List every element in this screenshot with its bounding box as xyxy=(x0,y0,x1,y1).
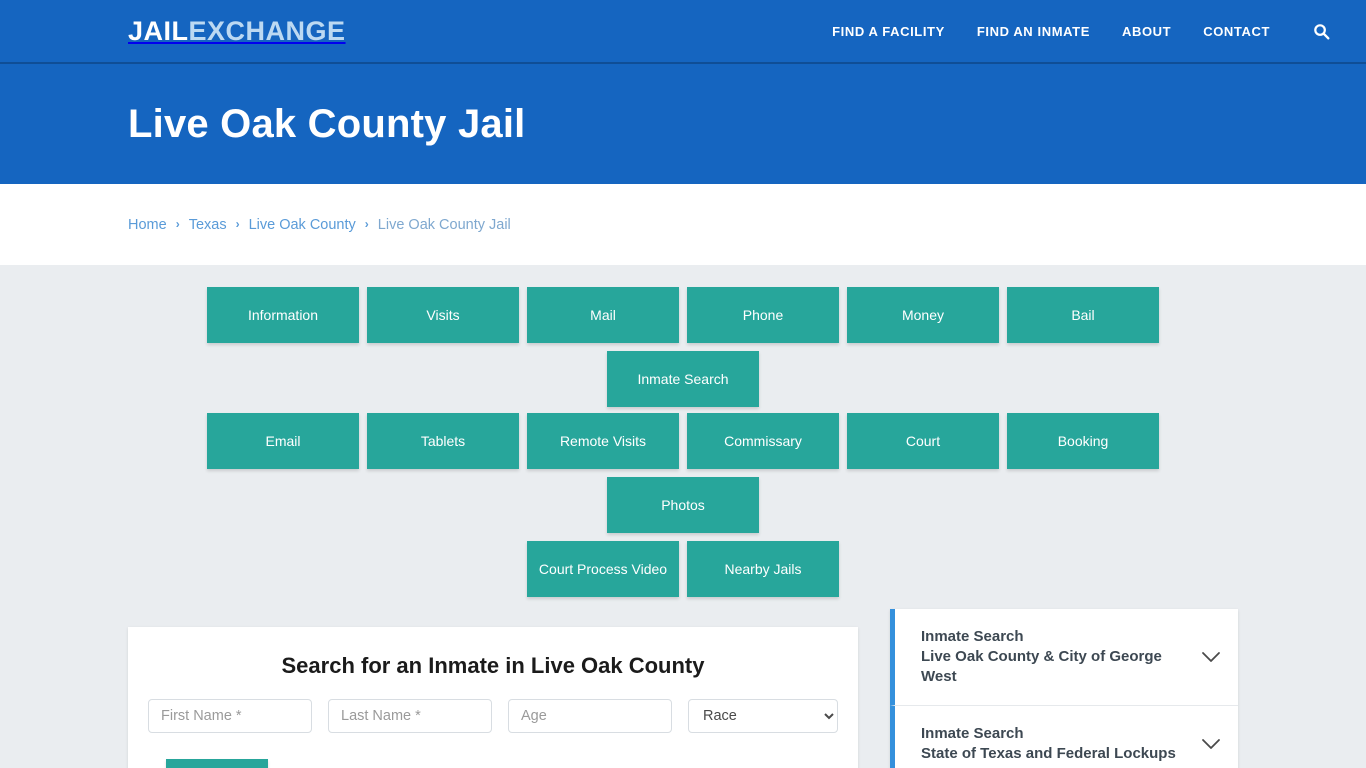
section-button-remote-visits[interactable]: Remote Visits xyxy=(527,413,679,469)
sidebar-column: Inmate Search Live Oak County & City of … xyxy=(890,609,1238,768)
age-input[interactable] xyxy=(508,699,672,733)
page-title-band: Live Oak County Jail xyxy=(0,64,1366,184)
breadcrumb-strip: Home › Texas › Live Oak County › Live Oa… xyxy=(0,184,1366,265)
breadcrumb-item-texas[interactable]: Texas xyxy=(189,217,227,233)
facility-section-buttons-row-2: Email Tablets Remote Visits Commissary C… xyxy=(128,413,1238,533)
section-button-phone[interactable]: Phone xyxy=(687,287,839,343)
sidebar-item-subtitle: State of Texas and Federal Lockups xyxy=(921,744,1176,762)
section-button-visits[interactable]: Visits xyxy=(367,287,519,343)
page-title: Live Oak County Jail xyxy=(128,102,526,146)
section-button-tablets[interactable]: Tablets xyxy=(367,413,519,469)
sidebar-accordion: Inmate Search Live Oak County & City of … xyxy=(890,609,1238,768)
section-button-inmate-search[interactable]: Inmate Search xyxy=(607,351,759,407)
body-columns: Search for an Inmate in Live Oak County … xyxy=(128,609,1238,768)
section-button-booking[interactable]: Booking xyxy=(1007,413,1159,469)
breadcrumb-item-live-oak-county[interactable]: Live Oak County xyxy=(249,217,356,233)
section-button-bail[interactable]: Bail xyxy=(1007,287,1159,343)
sidebar-item-text: Inmate Search Live Oak County & City of … xyxy=(921,627,1190,687)
section-button-nearby-jails[interactable]: Nearby Jails xyxy=(687,541,839,597)
race-select[interactable]: Race xyxy=(688,699,838,733)
site-logo[interactable]: JAILEXCHANGE xyxy=(128,15,346,46)
sidebar-item-title: Inmate Search xyxy=(921,628,1024,645)
facility-section-buttons-row-3: Court Process Video Nearby Jails xyxy=(128,541,1238,597)
breadcrumb: Home › Texas › Live Oak County › Live Oa… xyxy=(128,217,511,233)
inmate-search-card: Search for an Inmate in Live Oak County … xyxy=(128,627,858,768)
main-content: Information Visits Mail Phone Money Bail… xyxy=(0,265,1366,768)
sidebar-item-title: Inmate Search xyxy=(921,724,1024,742)
nav-item-find-an-inmate[interactable]: FIND AN INMATE xyxy=(977,24,1090,39)
top-navbar: JAILEXCHANGE FIND A FACILITY FIND AN INM… xyxy=(0,0,1366,64)
chevron-right-icon: › xyxy=(175,216,180,231)
sidebar-item-subtitle: Live Oak County & City of George West xyxy=(921,647,1162,685)
section-button-commissary[interactable]: Commissary xyxy=(687,413,839,469)
inmate-search-fields: Race xyxy=(148,699,838,733)
logo-text-primary: JAIL xyxy=(128,15,189,46)
breadcrumb-item-current: Live Oak County Jail xyxy=(377,216,511,233)
chevron-right-icon: › xyxy=(364,216,369,231)
section-button-money[interactable]: Money xyxy=(847,287,999,343)
chevron-down-icon[interactable] xyxy=(1200,738,1222,750)
section-button-court-process-video[interactable]: Court Process Video xyxy=(527,541,679,597)
primary-nav: FIND A FACILITY FIND AN INMATE ABOUT CON… xyxy=(832,20,1342,42)
chevron-right-icon: › xyxy=(235,216,240,231)
nav-item-find-a-facility[interactable]: FIND A FACILITY xyxy=(832,24,945,39)
last-name-input[interactable] xyxy=(328,699,492,733)
section-button-court[interactable]: Court xyxy=(847,413,999,469)
breadcrumb-item-home[interactable]: Home xyxy=(128,217,167,233)
search-button[interactable]: SEARCH xyxy=(166,759,268,768)
search-icon[interactable] xyxy=(1310,20,1332,42)
chevron-down-icon[interactable] xyxy=(1200,651,1222,663)
facility-section-buttons-row-1: Information Visits Mail Phone Money Bail… xyxy=(128,287,1238,407)
main-column: Search for an Inmate in Live Oak County … xyxy=(128,627,858,768)
section-button-information[interactable]: Information xyxy=(207,287,359,343)
logo-text-secondary: EXCHANGE xyxy=(188,15,346,46)
nav-item-contact[interactable]: CONTACT xyxy=(1203,24,1270,39)
first-name-input[interactable] xyxy=(148,699,312,733)
section-button-mail[interactable]: Mail xyxy=(527,287,679,343)
inmate-search-heading: Search for an Inmate in Live Oak County xyxy=(281,653,705,678)
sidebar-item-text: Inmate Search State of Texas and Federal… xyxy=(921,724,1190,764)
section-button-photos[interactable]: Photos xyxy=(607,477,759,533)
section-button-email[interactable]: Email xyxy=(207,413,359,469)
nav-item-about[interactable]: ABOUT xyxy=(1122,24,1171,39)
sidebar-item-inmate-search-county[interactable]: Inmate Search Live Oak County & City of … xyxy=(890,609,1238,706)
sidebar-item-inmate-search-state[interactable]: Inmate Search State of Texas and Federal… xyxy=(890,705,1238,768)
